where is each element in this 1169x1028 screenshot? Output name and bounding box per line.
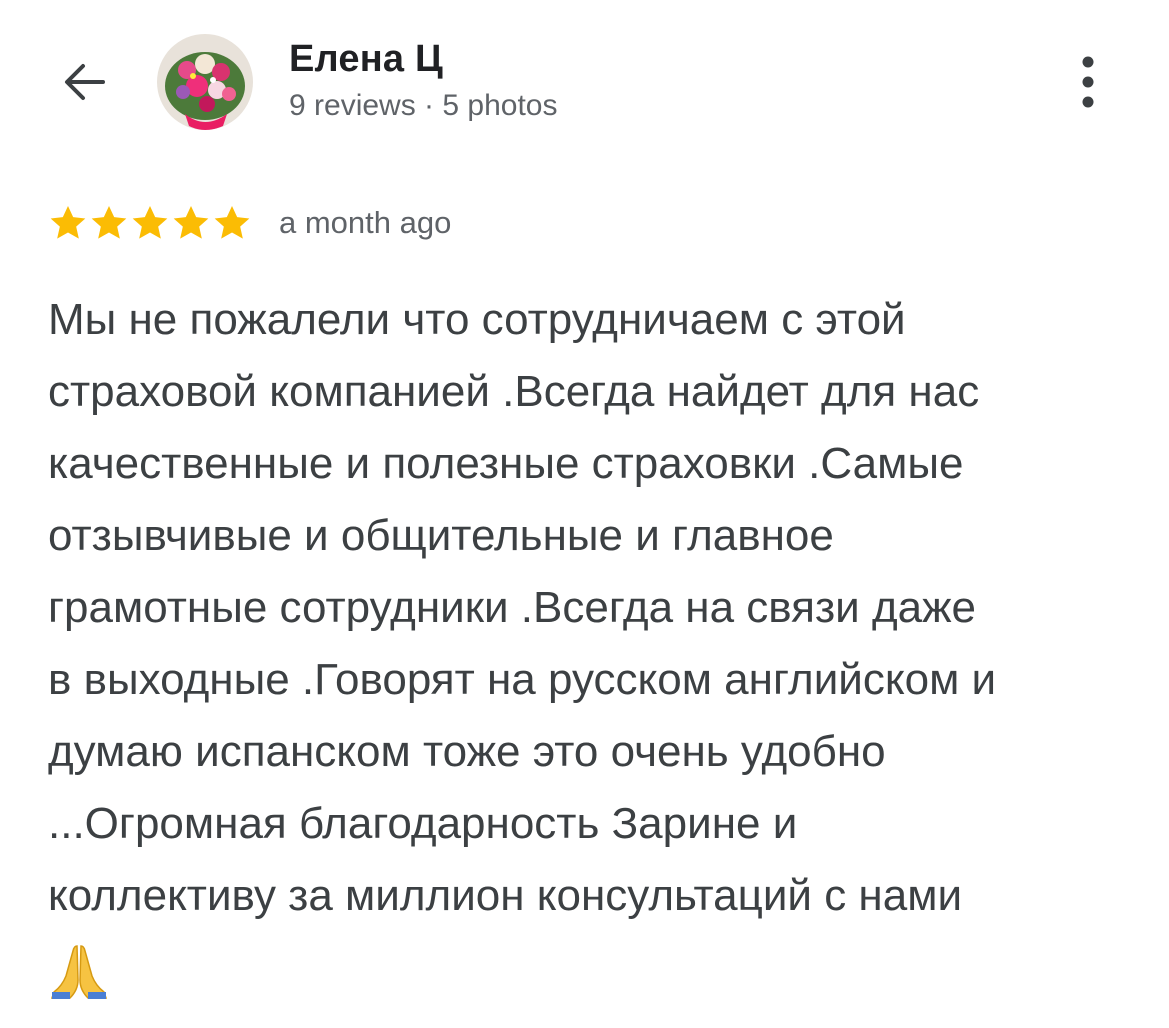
rating-row: a month ago [48, 198, 451, 248]
star-rating [48, 203, 253, 243]
author-meta: 9 reviews · 5 photos [289, 89, 558, 122]
star-icon [89, 203, 129, 243]
review-text-line: коллективу за миллион консультаций с нам… [48, 871, 963, 920]
review-text: Мы не пожалели что сотрудничаем с этой с… [48, 284, 1148, 1004]
review-text-line: качественные и полезные страховки .Самые [48, 439, 964, 488]
folded-hands-icon [50, 945, 108, 999]
star-icon [171, 203, 211, 243]
review-text-line: думаю испанском тоже это очень удобно [48, 727, 886, 776]
review-text-line: Мы не пожалели что сотрудничаем с этой [48, 295, 906, 344]
more-vert-icon [1082, 56, 1094, 108]
review-text-line: страховой компанией .Всегда найдет для н… [48, 367, 980, 416]
review-date: a month ago [279, 205, 452, 240]
star-icon [48, 203, 88, 243]
review-text-line: ...Огромная благодарность Зарине и [48, 799, 798, 848]
review-text-line: отзывчивые и общительные и главное [48, 511, 834, 560]
review-text-line: в выходные .Говорят на русском английско… [48, 655, 997, 704]
star-icon [130, 203, 170, 243]
emoji-line [48, 932, 1148, 1004]
review-header: Елена Ц 9 reviews · 5 photos [0, 0, 1169, 160]
flower-bouquet-avatar [157, 34, 253, 130]
more-options-button[interactable] [1060, 50, 1116, 114]
back-button[interactable] [52, 50, 116, 114]
review-text-line: грамотные сотрудники .Всегда на связи да… [48, 583, 976, 632]
arrow-left-icon [65, 64, 105, 100]
author-name[interactable]: Елена Ц [289, 38, 443, 81]
star-icon [212, 203, 252, 243]
avatar[interactable] [157, 34, 253, 130]
